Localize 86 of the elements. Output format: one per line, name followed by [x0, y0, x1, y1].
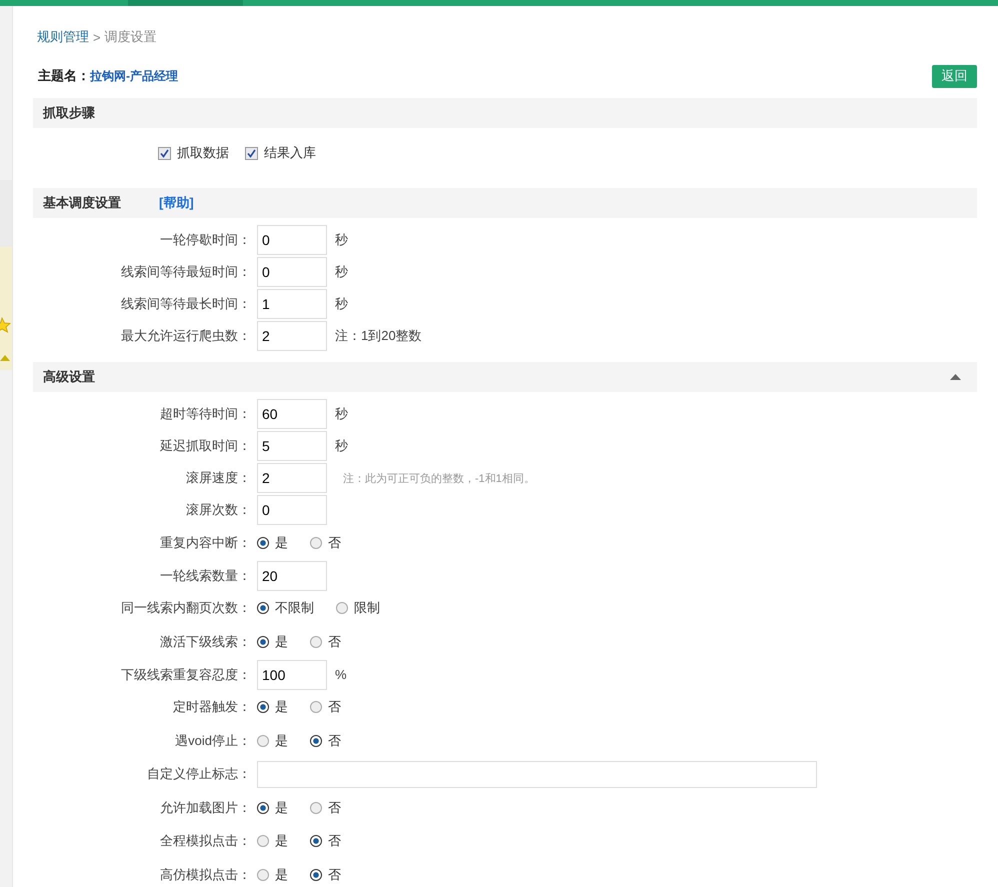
- checkbox-label: 抓取数据: [177, 144, 229, 162]
- input-field[interactable]: 0: [257, 257, 327, 287]
- radio-label: 不限制: [275, 599, 314, 618]
- field-label: 定时器触发：: [172, 698, 251, 716]
- input-field[interactable]: 5: [257, 431, 327, 461]
- radio-label: 是: [275, 832, 288, 850]
- field-label: 延迟抓取时间：: [159, 437, 251, 455]
- star-icon: [0, 317, 12, 333]
- unit-label: 注：1到20整数: [335, 327, 422, 345]
- radio-button[interactable]: [310, 701, 322, 714]
- input-field[interactable]: 2: [257, 321, 327, 351]
- input-field[interactable]: 1: [257, 289, 327, 319]
- radio-label: 否: [328, 632, 341, 651]
- field-label: 激活下级线索：: [159, 632, 251, 651]
- section-title: 抓取步骤: [43, 104, 95, 122]
- radio-button[interactable]: [310, 868, 322, 881]
- field-label: 同一线索内翻页次数：: [120, 599, 251, 618]
- radio-label: 否: [328, 798, 341, 817]
- input-field[interactable]: 60: [257, 399, 327, 429]
- breadcrumb-separator: >: [93, 30, 101, 44]
- radio-label: 是: [275, 534, 288, 552]
- radio-button[interactable]: [310, 636, 322, 648]
- radio-label: 是: [275, 632, 288, 651]
- radio-label: 是: [275, 732, 288, 750]
- radio-button[interactable]: [257, 734, 269, 747]
- radio-button[interactable]: [257, 636, 269, 648]
- topic-label: 主题名：: [38, 67, 90, 85]
- radio-label: 否: [328, 698, 341, 716]
- input-field[interactable]: 2: [257, 463, 327, 493]
- radio-button[interactable]: [310, 835, 322, 848]
- input-field[interactable]: 20: [257, 560, 327, 590]
- unit-label: 秒: [335, 295, 348, 313]
- field-label: 超时等待时间：: [159, 405, 251, 423]
- unit-label: 秒: [335, 263, 348, 281]
- field-label: 滚屏次数：: [185, 501, 251, 519]
- radio-label: 是: [275, 698, 288, 716]
- collapse-icon[interactable]: [950, 374, 961, 380]
- field-label: 遇void停止：: [174, 732, 251, 750]
- unit-label: 秒: [335, 437, 348, 455]
- radio-label: 是: [275, 866, 288, 884]
- radio-button[interactable]: [310, 536, 322, 549]
- breadcrumb-link[interactable]: 规则管理: [37, 28, 89, 46]
- unit-label: 秒: [335, 405, 348, 423]
- help-link[interactable]: [帮助]: [159, 194, 194, 212]
- radio-button[interactable]: [257, 835, 269, 848]
- input-field[interactable]: [257, 760, 817, 788]
- field-label: 一轮停歇时间：: [159, 231, 251, 249]
- field-label: 允许加载图片：: [159, 798, 251, 817]
- input-field[interactable]: 0: [257, 495, 327, 525]
- radio-button[interactable]: [257, 868, 269, 881]
- unit-label: %: [335, 667, 347, 682]
- triangle-icon: [0, 355, 10, 361]
- checkbox-label: 结果入库: [264, 144, 316, 162]
- unit-label: 秒: [335, 231, 348, 249]
- radio-label: 否: [328, 732, 341, 750]
- radio-label: 否: [328, 534, 341, 552]
- radio-label: 否: [328, 866, 341, 884]
- radio-button[interactable]: [257, 536, 269, 549]
- field-label: 自定义停止标志：: [146, 765, 251, 784]
- radio-label: 否: [328, 832, 341, 850]
- radio-label: 是: [275, 798, 288, 817]
- radio-button[interactable]: [257, 701, 269, 714]
- field-label: 最大允许运行爬虫数：: [120, 327, 251, 345]
- field-label: 线索间等待最长时间：: [120, 295, 251, 313]
- radio-button[interactable]: [310, 802, 322, 814]
- input-field[interactable]: 0: [257, 225, 327, 255]
- checkbox[interactable]: [158, 146, 171, 160]
- field-label: 重复内容中断：: [159, 534, 251, 552]
- field-label: 滚屏速度：: [185, 469, 251, 487]
- field-label: 线索间等待最短时间：: [120, 263, 251, 281]
- input-field[interactable]: 100: [257, 660, 327, 690]
- checkbox[interactable]: [245, 146, 258, 160]
- section-title: 高级设置: [43, 368, 95, 386]
- field-label: 下级线索重复容忍度：: [120, 666, 251, 684]
- field-label: 一轮线索数量：: [159, 566, 251, 584]
- radio-button[interactable]: [310, 734, 322, 747]
- radio-button[interactable]: [257, 802, 269, 814]
- field-label: 全程模拟点击：: [159, 832, 251, 850]
- radio-button[interactable]: [257, 602, 269, 614]
- topic-name: 拉钩网-产品经理: [90, 68, 178, 84]
- section-title: 基本调度设置: [43, 194, 121, 212]
- radio-label: 限制: [354, 599, 380, 618]
- breadcrumb-current: 调度设置: [104, 28, 157, 46]
- hint-text: 注：此为可正可负的整数，-1和1相同。: [343, 472, 535, 486]
- field-label: 高仿模拟点击：: [159, 866, 251, 884]
- radio-button[interactable]: [336, 602, 348, 614]
